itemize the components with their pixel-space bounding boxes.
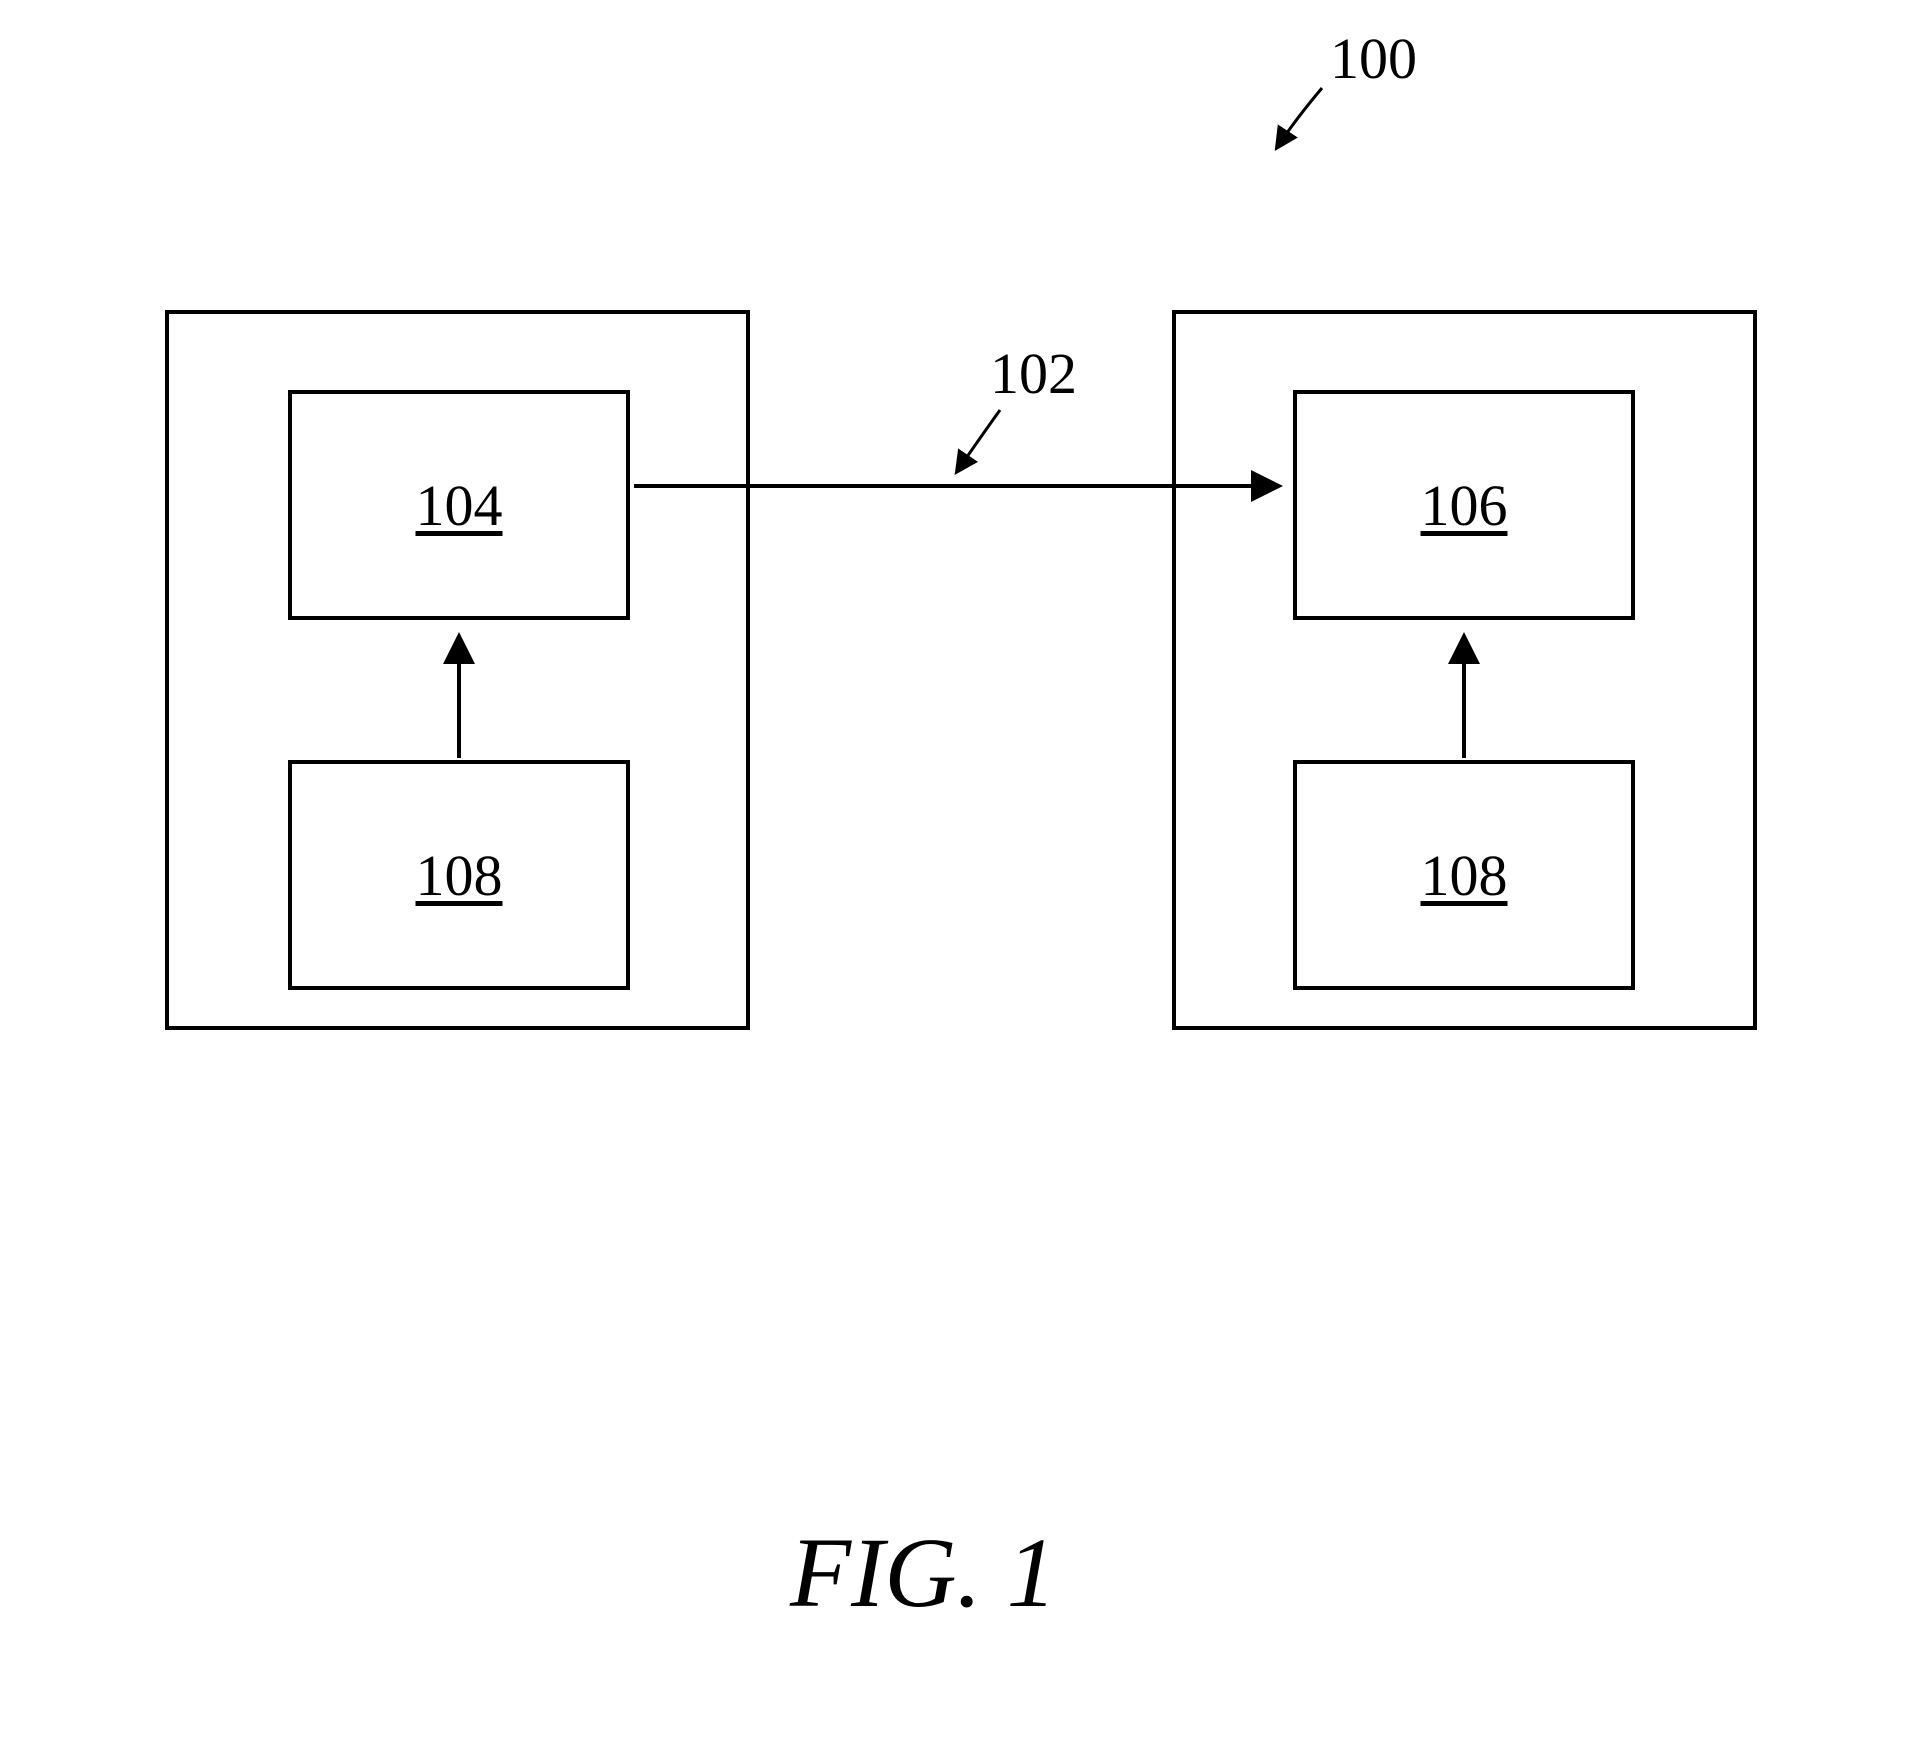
right-bottom-box-label: 108 — [1421, 842, 1508, 909]
right-bottom-box: 108 — [1293, 760, 1635, 990]
left-bottom-box-label: 108 — [416, 842, 503, 909]
left-top-box-label: 104 — [416, 472, 503, 539]
left-top-box: 104 — [288, 390, 630, 620]
right-top-box-label: 106 — [1421, 472, 1508, 539]
figure-canvas: 104 108 106 108 100 102 FIG. 1 — [0, 0, 1929, 1737]
figure-caption: FIG. 1 — [790, 1515, 1057, 1630]
leader-102 — [958, 410, 1000, 470]
leader-100 — [1278, 88, 1322, 146]
left-bottom-box: 108 — [288, 760, 630, 990]
connection-ref-label: 102 — [990, 340, 1077, 407]
system-ref-label: 100 — [1330, 25, 1417, 92]
right-top-box: 106 — [1293, 390, 1635, 620]
